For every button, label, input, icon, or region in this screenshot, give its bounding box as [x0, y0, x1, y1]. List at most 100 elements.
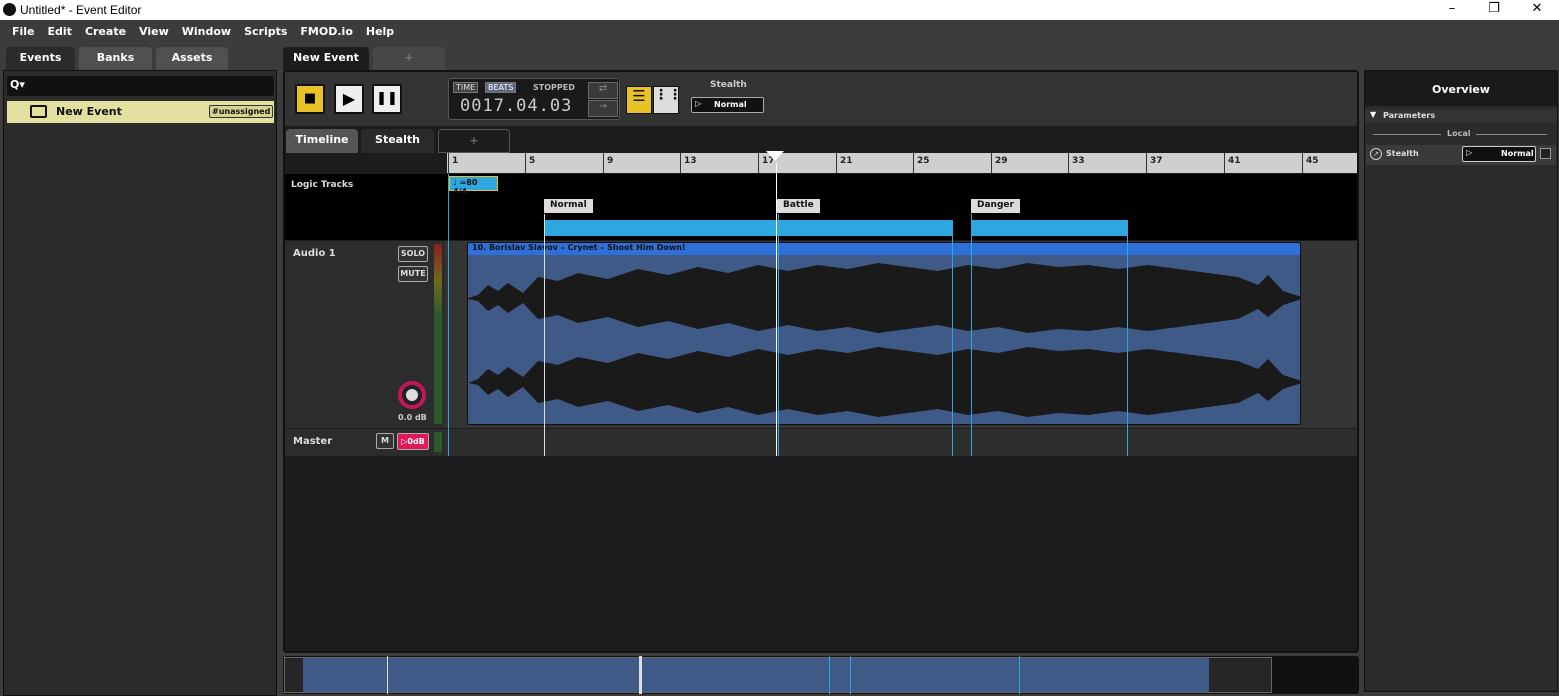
- menu-view[interactable]: View: [139, 21, 169, 38]
- region-normal[interactable]: [544, 220, 776, 236]
- play-parameter-icon: ▷: [695, 99, 702, 108]
- collapse-icon: ▼: [1370, 110, 1377, 119]
- master-mute-button[interactable]: M: [376, 433, 394, 449]
- time-display: TIME BEATS STOPPED 0017.04.03 ⇄ →: [448, 78, 620, 120]
- tab-stealth[interactable]: Stealth: [361, 129, 434, 153]
- tab-events[interactable]: Events: [6, 47, 75, 71]
- event-name: New Event: [56, 105, 122, 118]
- parameter-value: Normal: [714, 100, 747, 109]
- ruler-label: 21: [840, 156, 853, 166]
- knob-cap-icon: [406, 389, 418, 401]
- minimap-playhead: [639, 656, 642, 694]
- region-danger[interactable]: [971, 220, 1127, 236]
- volume-readout: 0.0 dB: [398, 413, 427, 422]
- event-icon: [30, 105, 47, 118]
- master-track-area: [285, 429, 1357, 456]
- marker-danger[interactable]: Danger: [971, 199, 1020, 213]
- parameter-row[interactable]: ↗ Stealth ▷ Normal: [1366, 145, 1556, 165]
- stop-button[interactable]: ■: [295, 84, 325, 114]
- parameters-label: Parameters: [1383, 111, 1436, 120]
- tab-new-event[interactable]: New Event: [283, 47, 369, 71]
- mute-button[interactable]: MUTE: [398, 266, 428, 282]
- parameter-value: Normal: [1501, 149, 1534, 158]
- ruler-label: 5: [529, 156, 536, 166]
- ruler-label: 25: [917, 156, 930, 166]
- window-title: Untitled* - Event Editor: [20, 3, 142, 17]
- parameter-checkbox[interactable]: [1540, 148, 1551, 159]
- ruler-label: 37: [1150, 156, 1163, 166]
- overview-minimap[interactable]: [283, 656, 1359, 694]
- minimap-marker: [387, 656, 388, 694]
- pause-button[interactable]: ❚❚: [372, 84, 402, 114]
- track-name: Audio 1: [293, 248, 336, 259]
- tab-timeline[interactable]: Timeline: [286, 129, 358, 153]
- marker-line-danger: [971, 214, 972, 456]
- ruler-label: 29: [995, 156, 1008, 166]
- solo-button[interactable]: SOLO: [398, 246, 428, 262]
- marker-battle[interactable]: Battle: [777, 199, 820, 213]
- clip-title-bar: 10. Borislav Slavov – Crynet – Shoot Him…: [468, 243, 1300, 255]
- volume-knob[interactable]: [398, 381, 426, 409]
- waveform: [468, 263, 1300, 417]
- minimize-icon[interactable]: –: [1437, 1, 1467, 19]
- close-icon[interactable]: ✕: [1522, 1, 1552, 19]
- grid-view-icon[interactable]: ⋮⋮: [653, 86, 682, 114]
- menu-create[interactable]: Create: [85, 21, 126, 38]
- list-item[interactable]: New Event #unassigned: [7, 101, 274, 123]
- tab-add-parameter[interactable]: +: [438, 129, 510, 153]
- search-icon: Q▾: [10, 78, 25, 91]
- follow-icon[interactable]: →: [588, 100, 618, 117]
- playhead-line: [776, 163, 777, 456]
- beats-mode-button[interactable]: BEATS: [485, 82, 517, 93]
- audio-clip[interactable]: 10. Borislav Slavov – Crynet – Shoot Him…: [467, 242, 1301, 425]
- minimap-marker: [850, 656, 851, 694]
- tempo-line: [448, 174, 449, 456]
- region-end-line: [1127, 220, 1128, 456]
- ruler-label: 41: [1228, 156, 1241, 166]
- parameter-value-field[interactable]: ▷ Normal: [1462, 146, 1536, 162]
- note-icon: ♩: [453, 178, 457, 187]
- waveform-channel-2: [468, 347, 1300, 417]
- region-battle[interactable]: [777, 220, 952, 236]
- minimap-marker: [1019, 656, 1020, 694]
- ruler-label: 9: [607, 156, 614, 166]
- tab-add[interactable]: +: [373, 47, 445, 71]
- local-group-label: Local: [1441, 129, 1477, 138]
- marker-line-normal: [544, 214, 545, 456]
- tab-banks[interactable]: Banks: [79, 47, 152, 71]
- menu-edit[interactable]: Edit: [48, 21, 72, 38]
- event-browser: [3, 70, 277, 696]
- parameter-label: Stealth: [710, 80, 747, 90]
- restore-icon[interactable]: ❐: [1479, 1, 1509, 19]
- master-level-meter: [434, 432, 442, 452]
- bank-tag: #unassigned: [209, 105, 274, 118]
- tab-assets[interactable]: Assets: [156, 47, 228, 71]
- title-bar: Untitled* - Event Editor – ❐ ✕: [0, 0, 1559, 20]
- marker-normal[interactable]: Normal: [544, 199, 593, 213]
- timeline-ruler[interactable]: 1 5 9 13 17 21 25 29 33 37 41 45: [447, 153, 1357, 173]
- menu-scripts[interactable]: Scripts: [244, 21, 287, 38]
- clip-name: 10. Borislav Slavov – Crynet – Shoot Him…: [472, 243, 686, 252]
- ruler-label: 33: [1072, 156, 1085, 166]
- menu-window[interactable]: Window: [182, 21, 231, 38]
- menu-help[interactable]: Help: [366, 21, 394, 38]
- marker-line-battle: [778, 214, 779, 456]
- ruler-label: 13: [684, 156, 697, 166]
- search-input[interactable]: Q▾: [7, 76, 274, 96]
- waveform-channel-1: [468, 263, 1300, 333]
- minimap-marker: [829, 656, 830, 694]
- parameter-selector[interactable]: ▷ Normal: [691, 97, 764, 113]
- menu-file[interactable]: File: [12, 21, 35, 38]
- tempo-marker[interactable]: ♩ =80 4/4: [449, 176, 498, 196]
- play-button[interactable]: ▶: [334, 84, 364, 114]
- menu-bar: File Edit Create View Window Scripts FMOD.io He…: [0, 20, 1559, 42]
- time-mode-button[interactable]: TIME: [453, 82, 479, 93]
- menu-fmodio[interactable]: FMOD.io: [300, 21, 352, 38]
- fmod-logo-icon: [3, 3, 16, 16]
- playhead-handle[interactable]: [766, 151, 784, 161]
- loop-icon[interactable]: ⇄: [588, 82, 618, 99]
- master-volume-fader[interactable]: ▷0dB: [397, 433, 429, 450]
- parameters-section[interactable]: ▼ Parameters: [1365, 109, 1557, 123]
- minimap-clip: [303, 658, 1209, 692]
- list-view-icon[interactable]: ☰: [626, 86, 652, 114]
